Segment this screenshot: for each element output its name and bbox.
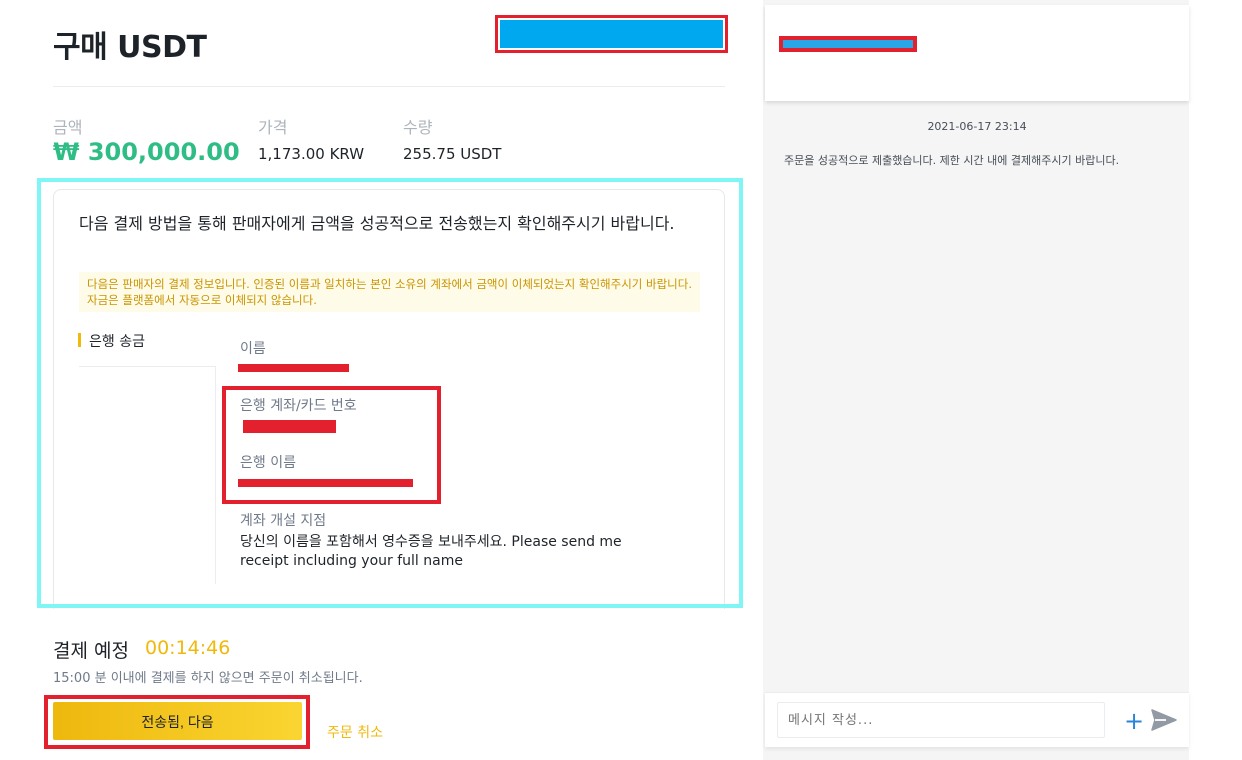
payment-instruction: 다음 결제 방법을 통해 판매자에게 금액을 성공적으로 전송했는지 확인해주시… <box>79 214 675 233</box>
chat-header <box>765 5 1189 101</box>
annotation-frame <box>222 386 441 504</box>
price-label: 가격 <box>258 118 288 137</box>
quantity-value: 255.75 USDT <box>403 145 502 163</box>
cancel-order-link[interactable]: 주문 취소 <box>327 722 383 742</box>
payment-due-note: 15:00 분 이내에 결제를 하지 않으면 주문이 취소됩니다. <box>53 671 363 686</box>
method-tab-bank-transfer[interactable]: 은행 송금 <box>89 331 145 351</box>
amount-label: 금액 <box>53 118 83 137</box>
branch-value: 당신의 이름을 포함해서 영수증을 보내주세요. Please send me … <box>240 534 622 569</box>
name-label: 이름 <box>240 341 266 357</box>
method-list <box>79 366 216 584</box>
redacted-counterparty-fill <box>783 40 913 48</box>
plus-icon[interactable]: + <box>1124 707 1144 735</box>
payment-notice: 다음은 판매자의 결제 정보입니다. 인증된 이름과 일치하는 본인 소유의 계… <box>79 272 700 312</box>
send-icon[interactable] <box>1151 708 1177 736</box>
transferred-next-button[interactable]: 전송됨, 다음 <box>53 702 302 740</box>
amount-value: ₩ 300,000.00 <box>53 138 240 166</box>
redacted-name <box>238 364 349 372</box>
payment-due-title: 결제 예정 <box>53 640 129 662</box>
quantity-label: 수량 <box>403 118 433 137</box>
page-title: 구매 USDT <box>53 30 207 65</box>
chat-system-message: 주문을 성공적으로 제출했습니다. 제한 시간 내에 결제해주시기 바랍니다. <box>784 154 1120 167</box>
chat-panel <box>763 0 1189 760</box>
chat-date: 2021-06-17 23:14 <box>927 120 1027 133</box>
divider <box>53 86 725 87</box>
branch-label: 계좌 개설 지점 <box>240 513 327 529</box>
redacted-block <box>500 20 723 48</box>
method-indicator <box>78 333 81 347</box>
price-value: 1,173.00 KRW <box>258 145 365 163</box>
chat-message-input[interactable] <box>777 702 1105 738</box>
countdown-timer: 00:14:46 <box>145 637 231 659</box>
